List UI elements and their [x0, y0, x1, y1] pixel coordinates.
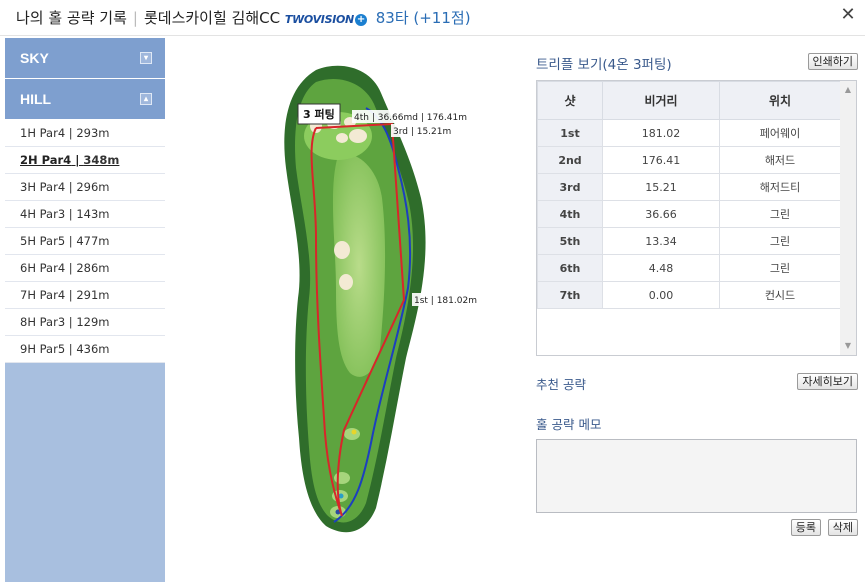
fairway — [332, 154, 386, 377]
recommend-title: 추천 공략 — [536, 377, 586, 392]
hole-item-5[interactable]: 5H Par5 | 477m — [5, 228, 165, 255]
hole-item-4[interactable]: 4H Par3 | 143m — [5, 201, 165, 228]
svg-text:4th | 36.66md | 176.41m: 4th | 36.66md | 176.41m — [354, 113, 467, 123]
chevron-up-icon[interactable]: ▴ — [140, 93, 152, 105]
hole-map-graphic: 3 퍼팅 4th | 36.66md | 176.41m 3rd | 15.21… — [284, 65, 480, 533]
hole-item-7[interactable]: 7H Par4 | 291m — [5, 282, 165, 309]
svg-text:3rd | 15.21m: 3rd | 15.21m — [393, 127, 451, 137]
page-title: 나의 홀 공략 기록 — [16, 9, 127, 27]
svg-text:3 퍼팅: 3 퍼팅 — [303, 107, 335, 121]
plus-icon: + — [354, 14, 367, 26]
shot-label-3rd: 3rd | 15.21m — [391, 124, 455, 137]
table-row: 5th 13.34 그린 — [537, 227, 841, 255]
col-location: 위치 — [719, 81, 841, 120]
course-label: SKY — [20, 50, 49, 66]
chevron-down-icon[interactable]: ▾ — [140, 52, 152, 64]
twovision-logo: TWOVISION + — [284, 13, 367, 26]
memo-textarea[interactable] — [536, 439, 857, 513]
title-bar: 나의 홀 공략 기록 | 롯데스카이힐 김해CC TWOVISION + 83타 (+… — [0, 0, 865, 36]
shot-label-1st: 1st | 181.02m — [412, 293, 480, 306]
table-row: 4th 36.66 그린 — [537, 200, 841, 228]
triple-title: 트리플 보기(4온 3퍼팅) — [536, 57, 672, 73]
table-row: 1st 181.02 페어웨이 — [537, 119, 841, 147]
window-title: 나의 홀 공략 기록 | 롯데스카이힐 김해CC TWOVISION + 83타 (+… — [16, 9, 471, 27]
course-tab-sky[interactable]: SKY ▾ — [5, 38, 165, 79]
hole-list: 1H Par4 | 293m 2H Par4 | 348m 3H Par4 | … — [5, 120, 165, 363]
detail-button[interactable]: 자세히보기 — [797, 373, 858, 390]
scroll-down-icon[interactable]: ▼ — [840, 339, 856, 353]
score-text: 83타 (+11점) — [375, 9, 471, 27]
scroll-up-icon[interactable]: ▲ — [840, 83, 856, 97]
col-shot: 샷 — [537, 81, 603, 120]
course-name: 롯데스카이힐 김해CC — [143, 9, 281, 27]
print-button[interactable]: 인쇄하기 — [807, 53, 858, 70]
memo-title: 홀 공략 메모 — [536, 417, 602, 432]
shot-label-4th: 4th | 36.66md | 176.41m — [352, 110, 468, 123]
course-tab-hill[interactable]: HILL ▴ — [5, 79, 165, 120]
table-scrollbar[interactable]: ▲ ▼ — [840, 81, 856, 355]
svg-text:1st | 181.02m: 1st | 181.02m — [414, 296, 477, 306]
hole-item-2[interactable]: 2H Par4 | 348m — [5, 147, 165, 174]
shot-table-box: 샷 비거리 위치 1st 181.02 페어웨이 2nd 176.41 해저드 3rd 1… — [536, 80, 857, 356]
sidebar: SKY ▾ HILL ▴ 1H Par4 | 293m 2H Par4 | 34… — [5, 38, 165, 582]
close-icon[interactable]: ✕ — [839, 6, 857, 24]
hole-item-3[interactable]: 3H Par4 | 296m — [5, 174, 165, 201]
hole-item-6[interactable]: 6H Par4 | 286m — [5, 255, 165, 282]
putt-marker: 3 퍼팅 — [297, 103, 341, 125]
course-label: HILL — [20, 91, 52, 107]
register-button[interactable]: 등록 — [790, 519, 821, 536]
table-header: 샷 비거리 위치 — [537, 81, 841, 120]
hole-item-8[interactable]: 8H Par3 | 129m — [5, 309, 165, 336]
hole-item-1[interactable]: 1H Par4 | 293m — [5, 120, 165, 147]
table-row: 6th 4.48 그린 — [537, 254, 841, 282]
col-distance: 비거리 — [602, 81, 720, 120]
table-row: 7th 0.00 컨시드 — [537, 281, 841, 309]
hole-item-9[interactable]: 9H Par5 | 436m — [5, 336, 165, 363]
table-row: 2nd 176.41 해저드 — [537, 146, 841, 174]
delete-button[interactable]: 삭제 — [827, 519, 858, 536]
hole-map: 3 퍼팅 4th | 36.66md | 176.41m 3rd | 15.21… — [166, 38, 526, 582]
table-row: 3rd 15.21 해저드티 — [537, 173, 841, 201]
shot-table: 샷 비거리 위치 1st 181.02 페어웨이 2nd 176.41 해저드 3rd 1… — [537, 81, 841, 309]
